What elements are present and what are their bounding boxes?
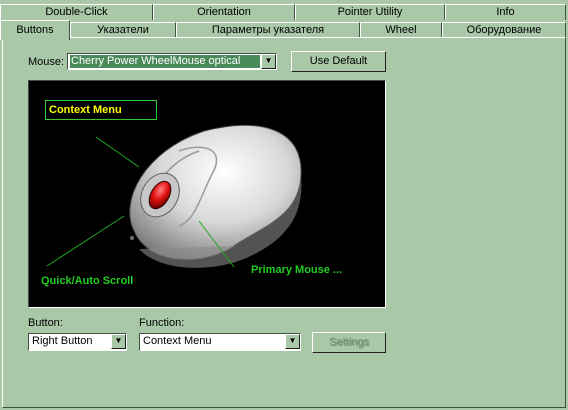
function-select-value: Context Menu — [143, 335, 212, 347]
chevron-down-icon[interactable]: ▼ — [261, 54, 276, 69]
tab-pointer-options[interactable]: Параметры указателя — [176, 22, 360, 38]
tab-orientation[interactable]: Orientation — [153, 4, 295, 20]
callout-quick-scroll[interactable]: Quick/Auto Scroll — [41, 275, 133, 287]
tab-row-back: Double-Click Orientation Pointer Utility… — [0, 4, 568, 20]
button-label: Button: — [28, 317, 63, 329]
mouse-label: Mouse: — [28, 56, 65, 68]
mouse-select[interactable]: Cherry Power WheelMouse optical ▼ — [67, 53, 277, 70]
callout-selected[interactable]: Context Menu — [45, 100, 157, 120]
chevron-down-icon[interactable]: ▼ — [285, 334, 300, 349]
tab-wheel[interactable]: Wheel — [360, 22, 442, 38]
tab-hardware[interactable]: Оборудование — [442, 22, 566, 38]
tab-pointers[interactable]: Указатели — [70, 22, 176, 38]
button-select[interactable]: Right Button ▼ — [28, 333, 127, 351]
callout-primary[interactable]: Primary Mouse ... — [251, 264, 342, 276]
settings-button[interactable]: Settings — [312, 332, 386, 353]
button-select-value: Right Button — [32, 335, 93, 347]
tab-buttons[interactable]: Buttons — [0, 20, 70, 40]
mouse-select-value: Cherry Power WheelMouse optical — [70, 55, 260, 68]
tab-double-click[interactable]: Double-Click — [0, 4, 153, 20]
use-default-button[interactable]: Use Default — [291, 51, 386, 72]
function-select[interactable]: Context Menu ▼ — [139, 333, 301, 351]
tab-row-front: Buttons Указатели Параметры указателя Wh… — [0, 20, 568, 40]
chevron-down-icon[interactable]: ▼ — [111, 334, 126, 349]
function-label: Function: — [139, 317, 185, 329]
tab-info[interactable]: Info — [445, 4, 566, 20]
tab-pointer-utility[interactable]: Pointer Utility — [295, 4, 445, 20]
mouse-preview: Context Menu Quick/Auto Scroll Primary M… — [28, 80, 386, 308]
